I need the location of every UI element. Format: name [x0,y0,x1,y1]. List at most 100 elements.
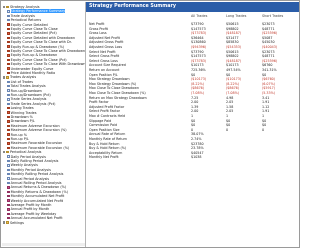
chart-icon [7,133,10,136]
tree-item-label: Total Trades Analysis [10,84,46,89]
document-icon [7,102,10,106]
document-icon [7,98,10,101]
collapse-icon[interactable] [3,221,6,224]
chart-icon [7,62,10,66]
tree-item-label: Maximum Adverse Excursion (%) [10,128,67,133]
tree-folder[interactable]: Settings [3,221,24,225]
tree-item-label: Daily Rolling Period Analysis [10,159,59,163]
document-icon [7,93,10,97]
report-tree[interactable]: Strategy Analysis Strategy Performance Su… [2,2,86,247]
column-headers: All Trades Long Trades Short Trades [86,14,299,20]
folder-icon [6,150,9,154]
chart-icon [7,120,10,123]
tree-item-label: Daily Period Analysis [10,154,46,159]
chart-icon [7,36,10,40]
tree-item-label: Losing Trades [10,106,34,111]
document-icon [7,177,10,180]
tree-item-label: Monthly Returns & Drawdown (%) [10,189,69,194]
folder-icon [6,76,9,79]
tree-item-label: Weekly Accumulated Net Profit [10,198,64,203]
chart-icon [7,58,10,62]
tree-item-label: Weekly Analysis [10,163,38,168]
tree-item-label: Run-up % [10,132,27,137]
tree-item-label: Equity Curve Detailed with Drawdown [10,35,76,40]
strategy-performance-window: Strategy Analysis Strategy Performance Su… [0,0,300,248]
tree-item-label: Equity Run-up & Drawdown (%) [10,44,65,49]
tree-item-label: Equity Curve Close To Close (Pct) [10,57,67,62]
chart-icon [7,54,10,57]
chart-icon [7,32,10,35]
folder-icon [6,221,9,224]
tree-item-label: Winning Trades [10,110,37,115]
tree-item-label: Equity Curve Close To Close with Dr. [10,40,72,45]
document-icon [7,18,10,22]
tree-item-label: Trade Analysis [10,13,35,18]
tree-item-label: List of Trades [10,79,33,84]
document-icon [7,172,10,176]
chart-icon [7,194,10,198]
chart-icon [7,203,10,207]
chart-icon [7,146,10,150]
tree-item-label: Annual Rolling Period Analysis [10,181,62,185]
tree-item-label: Monthly Accumulated Net Profit [10,194,65,199]
table-row: Monthly Net Profit $1038 [86,155,299,160]
tree-item-label: Drawdown P/L [10,119,35,124]
report-header: Strategy Performance Summary [86,2,299,12]
chart-icon [7,190,10,194]
tree-item-label: Equity Curve Close To Close With Drawdow… [10,62,86,67]
document-icon [7,14,10,18]
column-header: All Trades [191,14,208,18]
tree-item-label: Maximum Adverse Excursion [10,123,60,128]
tree-item-label: Settings [9,220,24,225]
collapse-icon[interactable] [3,150,6,154]
tree-item-label: Annual Period Analysis [10,176,50,181]
collapse-icon[interactable] [3,5,6,9]
chart-icon [7,212,10,216]
tree-item-label: Trade Series Analysis (Pct) [10,101,56,106]
chart-icon [7,142,10,145]
chart-icon [7,45,10,48]
chart-icon [7,186,10,189]
tree-item-label: Periodical Returns [10,18,42,23]
tree-item-label: Equity Curve Detailed [10,22,48,27]
chart-icon [7,128,10,132]
document-icon [7,89,10,92]
document-icon [7,10,10,13]
chart-icon [7,111,10,114]
tree-item-label: Equity Curve Close To Close with Drawdow… [10,49,86,53]
report-title: Strategy Performance Summary [89,4,177,9]
chart-icon [7,199,10,202]
metric-label: Monthly Net Profit [89,155,119,160]
tree-item-label: Run-up/Drawdown [10,88,42,93]
tree-item-label: Run-up/Drawdown (Pct) [10,93,51,97]
tree-item-label: Trades Analysis [9,75,37,80]
tree-item-label: Maximum Favorable Excursion (%) [10,145,70,150]
tree-item-label: Monthly Rolling Period Analysis [10,172,64,177]
tree-item-label: Drawdown % [10,115,33,119]
chart-icon [7,106,10,110]
tree-item-label: Monthly Period Analysis [10,167,51,172]
report-pane: Strategy Performance Summary All Trades L… [86,2,299,247]
document-icon [7,181,10,185]
folder-icon [6,5,9,9]
chart-icon [7,208,10,211]
tree-item-label: Annual Returns & Drawdown (%) [10,185,67,190]
column-header: Long Trades [226,14,247,18]
tree-item-label: Periodical Analysis [9,150,42,155]
tree-horizontal-scrollbar[interactable] [2,243,85,246]
tree-item-label: Annual Profit by Month [10,207,50,212]
tree-item-label: Equity Curve Detailed (Pct) [10,31,57,36]
document-icon [7,159,10,163]
column-header: Short Trades [262,14,284,18]
document-icon [7,155,10,158]
chart-icon [7,67,10,70]
tree-item-label: Strategy Analysis [9,5,40,9]
chart-icon [7,27,10,31]
chart-icon [7,23,10,26]
document-icon [7,168,10,172]
tree-item-label: Strategy Performance Summary [10,9,66,14]
chart-icon [7,40,10,44]
collapse-icon[interactable] [3,76,6,79]
document-icon [7,80,10,84]
document-icon [7,84,10,88]
